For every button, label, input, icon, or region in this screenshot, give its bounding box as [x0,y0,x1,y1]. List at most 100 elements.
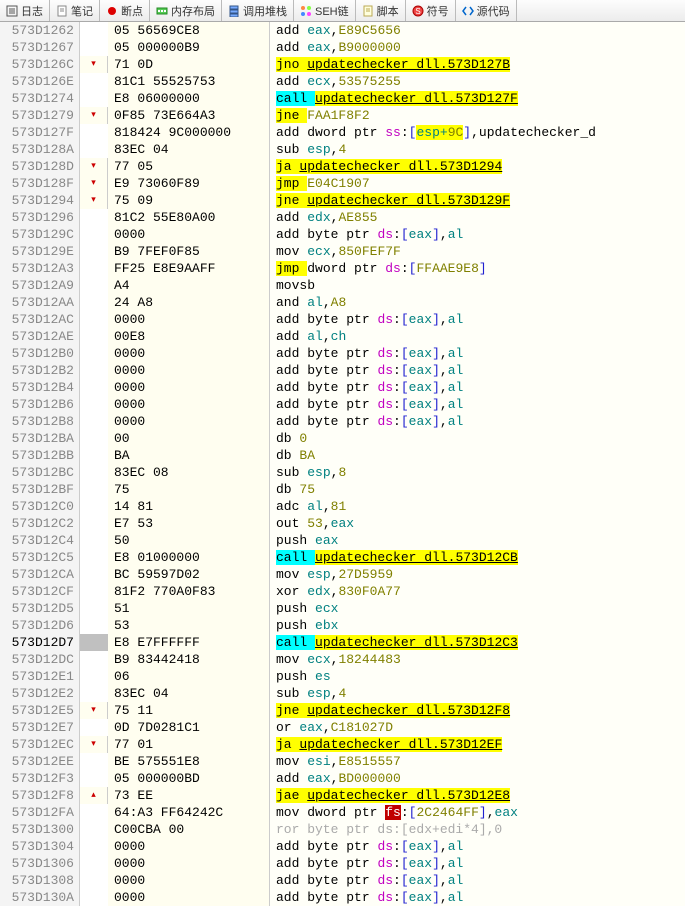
disasm-row[interactable]: 573D127F 818424 9C000000add dword ptr ss:… [0,124,685,141]
disasm-row[interactable]: 573D12EC▾77 01ja updatechecker_dll.573D1… [0,736,685,753]
bytes-col: 06 [108,668,270,685]
disasm-row[interactable]: 573D129681C2 55E80A00add edx,AE855 [0,209,685,226]
bytes-col: 83EC 04 [108,685,270,702]
tab-seh[interactable]: SEH链 [294,0,356,21]
address-col: 573D127F [0,124,80,141]
disasm-row[interactable]: 573D12E5▾75 11jne updatechecker_dll.573D… [0,702,685,719]
instruction-col: add dword ptr ss:[esp+9C],updatechecker_… [270,124,685,141]
disasm-row[interactable]: 573D126705 000000B9add eax,B9000000 [0,39,685,56]
address-col: 573D126E [0,73,80,90]
address-col: 573D126C [0,56,80,73]
src-icon [462,5,474,17]
bytes-col: 818424 9C000000 [108,124,270,141]
disasm-row[interactable]: 573D13040000add byte ptr ds:[eax],al [0,838,685,855]
address-col: 573D129C [0,226,80,243]
disasm-row[interactable]: 573D12F8▴73 EEjae updatechecker_dll.573D… [0,787,685,804]
disasm-row[interactable]: 573D130A0000add byte ptr ds:[eax],al [0,889,685,906]
address-col: 573D12A3 [0,260,80,277]
tab-memory[interactable]: 内存布局 [150,0,222,21]
disasm-row[interactable]: 573D12C2E7 53out 53,eax [0,515,685,532]
bytes-col: 05 000000B9 [108,39,270,56]
address-col: 573D12D5 [0,600,80,617]
bytes-col: 0000 [108,396,270,413]
disasm-row[interactable]: 573D12A9A4movsb [0,277,685,294]
bp-icon [106,5,118,17]
address-col: 573D12CF [0,583,80,600]
disasm-row[interactable]: 573D12C014 81adc al,81 [0,498,685,515]
disasm-row[interactable]: 573D12BBBAdb BA [0,447,685,464]
instruction-col: add edx,AE855 [270,209,685,226]
tab-notes-label: 笔记 [71,3,93,19]
disasm-row[interactable]: 573D12C450push eax [0,532,685,549]
disasm-row[interactable]: 573D12AC0000add byte ptr ds:[eax],al [0,311,685,328]
disassembly-view[interactable]: 573D126205 56569CE8add eax,E89C5656573D1… [0,22,685,906]
address-col: 573D12BC [0,464,80,481]
disasm-row[interactable]: 573D12FA64:A3 FF64242Cmov dword ptr fs:[… [0,804,685,821]
tab-callstack[interactable]: 调用堆栈 [222,0,294,21]
disasm-row[interactable]: 573D12E70D 7D0281C1or eax,C181027D [0,719,685,736]
disasm-row[interactable]: 573D12DCB9 83442418mov ecx,18244483 [0,651,685,668]
disasm-row[interactable]: 573D126E81C1 55525753add ecx,53575255 [0,73,685,90]
address-col: 573D12A9 [0,277,80,294]
address-col: 573D12AE [0,328,80,345]
disasm-row[interactable]: 573D12D653push ebx [0,617,685,634]
address-col: 573D1262 [0,22,80,39]
bytes-col: FF25 E8E9AAFF [108,260,270,277]
disasm-row[interactable]: 573D129EB9 7FEF0F85mov ecx,850FEF7F [0,243,685,260]
disasm-row[interactable]: 573D12CF81F2 770A0F83xor edx,830F0A77 [0,583,685,600]
tab-notes[interactable]: 笔记 [50,0,100,21]
disasm-row[interactable]: 573D12D7E8 E7FFFFFFcall updatechecker_dl… [0,634,685,651]
disasm-row[interactable]: 573D12B60000add byte ptr ds:[eax],al [0,396,685,413]
gutter-col: ▾ [80,175,108,192]
disasm-row[interactable]: 573D12CABC 59597D02mov esp,27D5959 [0,566,685,583]
disasm-row[interactable]: 573D12A3FF25 E8E9AAFFjmp dword ptr ds:[F… [0,260,685,277]
disasm-row[interactable]: 573D1294▾75 09jne updatechecker_dll.573D… [0,192,685,209]
instruction-col: sub esp,4 [270,141,685,158]
instruction-col: add byte ptr ds:[eax],al [270,345,685,362]
tab-script[interactable]: 脚本 [356,0,406,21]
tab-log[interactable]: 日志 [0,0,50,21]
disasm-row[interactable]: 573D12B20000add byte ptr ds:[eax],al [0,362,685,379]
disasm-row[interactable]: 573D12E106push es [0,668,685,685]
disasm-row[interactable]: 573D12BC83EC 08sub esp,8 [0,464,685,481]
tab-breakpoints[interactable]: 断点 [100,0,150,21]
mem-icon [156,5,168,17]
tab-source[interactable]: 源代码 [456,0,517,21]
bytes-col: E7 53 [108,515,270,532]
disasm-row[interactable]: 573D12F305 000000BDadd eax,BD000000 [0,770,685,787]
disasm-row[interactable]: 573D1274E8 06000000call updatechecker_dl… [0,90,685,107]
disasm-row[interactable]: 573D126C▾71 0Djno updatechecker_dll.573D… [0,56,685,73]
disasm-row[interactable]: 573D128D▾77 05ja updatechecker_dll.573D1… [0,158,685,175]
tab-symbols[interactable]: S符号 [406,0,456,21]
disasm-row[interactable]: 573D128A83EC 04sub esp,4 [0,141,685,158]
disasm-row[interactable]: 573D12BF75db 75 [0,481,685,498]
script-icon [362,5,374,17]
instruction-col: mov esi,E8515557 [270,753,685,770]
address-col: 573D12E7 [0,719,80,736]
instruction-col: push es [270,668,685,685]
disasm-row[interactable]: 573D12C5E8 01000000call updatechecker_dl… [0,549,685,566]
disasm-row[interactable]: 573D1279▾0F85 73E664A3jne FAA1F8F2 [0,107,685,124]
seh-icon [300,5,312,17]
disasm-row[interactable]: 573D12EEBE 575551E8mov esi,E8515557 [0,753,685,770]
disasm-row[interactable]: 573D12BA00db 0 [0,430,685,447]
disasm-row[interactable]: 573D12E283EC 04sub esp,4 [0,685,685,702]
instruction-col: jne updatechecker_dll.573D129F [270,192,685,209]
disasm-row[interactable]: 573D12D551push ecx [0,600,685,617]
disasm-row[interactable]: 573D12AE00E8add al,ch [0,328,685,345]
disasm-row[interactable]: 573D126205 56569CE8add eax,E89C5656 [0,22,685,39]
disasm-row[interactable]: 573D128F▾E9 73060F89jmp E04C1907 [0,175,685,192]
disasm-row[interactable]: 573D1300C00CBA 00ror byte ptr ds:[edx+ed… [0,821,685,838]
disasm-row[interactable]: 573D12B40000add byte ptr ds:[eax],al [0,379,685,396]
disasm-row[interactable]: 573D129C0000add byte ptr ds:[eax],al [0,226,685,243]
disasm-row[interactable]: 573D13060000add byte ptr ds:[eax],al [0,855,685,872]
disasm-row[interactable]: 573D12B00000add byte ptr ds:[eax],al [0,345,685,362]
disasm-row[interactable]: 573D12B80000add byte ptr ds:[eax],al [0,413,685,430]
disasm-row[interactable]: 573D12AA24 A8and al,A8 [0,294,685,311]
bytes-col: 83EC 04 [108,141,270,158]
bytes-col: 64:A3 FF64242C [108,804,270,821]
disasm-row[interactable]: 573D13080000add byte ptr ds:[eax],al [0,872,685,889]
address-col: 573D128D [0,158,80,175]
bytes-col: A4 [108,277,270,294]
bytes-col: E8 E7FFFFFF [108,634,270,651]
